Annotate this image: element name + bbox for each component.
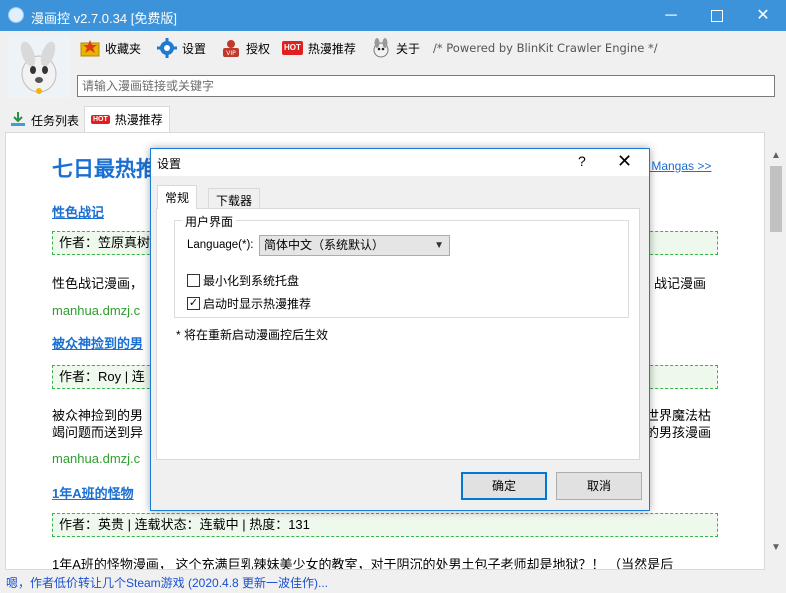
language-label: Language(*):	[187, 239, 254, 251]
show-hot-on-start-checkbox[interactable]: ✓ 启动时显示热漫推荐	[187, 295, 311, 312]
minimize-to-tray-checkbox[interactable]: 最小化到系统托盘	[187, 272, 299, 289]
ui-group-box: Language(*): 简体中文（系统默认） ▼ 最小化到系统托盘 ✓ 启动时…	[174, 220, 629, 318]
manga-url[interactable]: manhua.dmzj.c	[52, 303, 140, 318]
manga-meta: 作者：英贵 | 连载状态：连载中 | 热度：131	[52, 513, 718, 537]
hot-icon: HOT	[91, 115, 110, 124]
tab-task-list-label: 任务列表	[31, 113, 80, 128]
manga-title-link[interactable]: 被众神捡到的男	[52, 333, 143, 352]
license-label: 授权	[246, 41, 271, 56]
ok-button[interactable]: 确定	[461, 472, 547, 500]
dialog-title: 设置	[157, 157, 182, 171]
manga-description-tail: 战记漫画	[654, 276, 707, 291]
manga-title-link[interactable]: 性色战记	[52, 202, 104, 221]
minimize-icon: ─	[665, 7, 677, 24]
gear-icon	[157, 38, 177, 58]
tab-hot-recommend[interactable]: HOT 热漫推荐	[84, 106, 170, 132]
dialog-close-icon[interactable]: ✕	[617, 151, 632, 172]
manga-description-line2: 竭问题而送到异	[52, 425, 144, 440]
app-icon	[8, 7, 24, 23]
ui-group-label: 用户界面	[182, 213, 237, 230]
favorites-button[interactable]: 收藏夹	[80, 37, 141, 59]
close-icon: ✕	[756, 7, 770, 24]
tab-general[interactable]: 常规	[157, 185, 198, 209]
scroll-down-icon[interactable]: ▼	[766, 542, 786, 553]
manga-description: 1年A班的怪物漫画， 这个充满巨乳辣妹美少女的教室，对于阴沉的处男土包子老师却是…	[52, 557, 674, 570]
hot-recommend-button[interactable]: HOT 热漫推荐	[282, 37, 356, 59]
manga-description-tail-line2: 的男孩漫画	[646, 425, 712, 440]
about-label: 关于	[396, 41, 421, 56]
language-select-value: 简体中文（系统默认）	[264, 238, 385, 252]
close-button[interactable]: ✕	[740, 0, 786, 31]
page-title: 七日最热推	[52, 158, 157, 181]
manga-url[interactable]: manhua.dmzj.c	[52, 451, 140, 466]
maximize-icon	[711, 9, 723, 22]
vip-icon: VIP	[221, 38, 241, 58]
vertical-scrollbar[interactable]: ▲ ▼	[766, 132, 786, 570]
maximize-button[interactable]	[694, 0, 740, 31]
about-icon	[371, 38, 391, 58]
title-bar: 漫画控 v2.7.0.34 [免费版] ─ ✕	[0, 0, 786, 31]
settings-dialog: 设置 ? ✕ 下载器 Language(*): 简体中文（系统默认） ▼ 最小化…	[150, 148, 650, 511]
minimize-button[interactable]: ─	[648, 0, 694, 31]
scroll-thumb[interactable]	[770, 166, 782, 232]
settings-label: 设置	[182, 41, 207, 56]
tab-downloader[interactable]: 下载器	[208, 188, 261, 209]
language-select[interactable]: 简体中文（系统默认） ▼	[259, 235, 450, 256]
dialog-title-bar: 设置 ? ✕	[151, 149, 649, 176]
svg-text:VIP: VIP	[226, 50, 236, 57]
scroll-up-icon[interactable]: ▲	[766, 150, 786, 161]
favorites-icon	[80, 38, 100, 58]
status-message-link[interactable]: 嗯，作者低价转让几个Steam游戏 (2020.4.8 更新一波佳作)...	[6, 574, 328, 591]
powered-by-text: /* Powered by BlinKit Crawler Engine */	[433, 41, 658, 55]
hot-recommend-label: 热漫推荐	[307, 41, 356, 56]
chevron-down-icon: ▼	[434, 240, 444, 251]
help-icon[interactable]: ?	[578, 153, 586, 169]
tab-task-list[interactable]: 任务列表	[4, 108, 85, 132]
tab-hot-recommend-label: 热漫推荐	[114, 113, 163, 127]
checkbox-unchecked	[187, 274, 200, 287]
about-button[interactable]: 关于	[371, 37, 420, 59]
minimize-to-tray-label: 最小化到系统托盘	[203, 274, 300, 288]
show-hot-on-start-label: 启动时显示热漫推荐	[203, 297, 312, 311]
restart-note: * 将在重新启动漫画控后生效	[176, 328, 329, 342]
window-title: 漫画控 v2.7.0.34 [免费版]	[31, 11, 177, 26]
settings-button[interactable]: 设置	[157, 37, 206, 59]
main-tabs: 任务列表 HOT 热漫推荐	[0, 106, 786, 132]
cancel-button[interactable]: 取消	[556, 472, 642, 500]
status-bar: 嗯，作者低价转让几个Steam游戏 (2020.4.8 更新一波佳作)...	[0, 570, 786, 593]
download-icon	[10, 111, 26, 130]
favorites-label: 收藏夹	[105, 41, 142, 56]
general-settings-panel: Language(*): 简体中文（系统默认） ▼ 最小化到系统托盘 ✓ 启动时…	[156, 208, 640, 460]
search-input[interactable]: 请输入漫画链接或关键字	[77, 75, 775, 97]
manga-title-link[interactable]: 1年A班的怪物	[52, 483, 134, 502]
check-icon: ✓	[187, 297, 200, 310]
license-button[interactable]: VIP 授权	[221, 37, 270, 59]
hot-icon: HOT	[282, 41, 303, 55]
manga-description: 性色战记漫画，	[52, 276, 144, 291]
mascot-logo	[8, 36, 70, 98]
